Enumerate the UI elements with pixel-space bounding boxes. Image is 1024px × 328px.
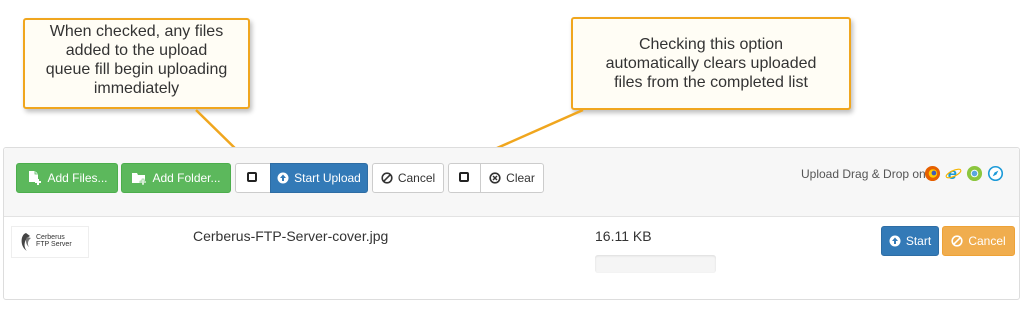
auto-upload-group: [235, 163, 271, 193]
add-files-button[interactable]: Add Files...: [16, 163, 118, 193]
upload-toolbar: Add Files... Add Folder... Start Upload: [4, 148, 1019, 217]
svg-text:e: e: [948, 165, 957, 182]
remove-circle-icon: [489, 172, 501, 184]
clear-button[interactable]: Clear: [480, 163, 544, 193]
auto-clear-callout: Checking this option automatically clear…: [571, 17, 851, 110]
file-row: Cerberus FTP Server Cerberus-FTP-Server-…: [4, 216, 1019, 300]
file-start-button[interactable]: Start: [881, 226, 939, 256]
firefox-icon: [924, 165, 941, 182]
cancel-all-button[interactable]: Cancel: [372, 163, 444, 193]
auto-clear-group: [448, 163, 481, 193]
file-name: Cerberus-FTP-Server-cover.jpg: [193, 228, 389, 244]
upload-circle-icon: [277, 172, 289, 184]
callout-line: queue fill begin uploading: [45, 61, 228, 78]
ban-icon: [381, 172, 393, 184]
add-folder-button[interactable]: Add Folder...: [121, 163, 231, 193]
add-folder-icon: [132, 173, 147, 186]
ban-icon: [951, 235, 963, 247]
drag-drop-label: Upload Drag & Drop on: [801, 167, 926, 181]
file-cancel-label: Cancel: [968, 234, 1006, 248]
file-start-label: Start: [905, 234, 932, 248]
chrome-icon: [966, 165, 983, 182]
callout-line: immediately: [93, 80, 180, 97]
file-thumbnail: Cerberus FTP Server: [11, 226, 89, 258]
callout-line: added to the upload: [65, 42, 208, 59]
clear-label: Clear: [506, 171, 535, 185]
add-folder-label: Add Folder...: [152, 171, 221, 185]
file-size: 16.11 KB: [595, 228, 652, 244]
upload-panel: Add Files... Add Folder... Start Upload: [3, 147, 1020, 300]
start-upload-label: Start Upload: [294, 171, 361, 185]
file-progress-bar: [595, 255, 716, 273]
cancel-all-label: Cancel: [397, 171, 436, 185]
start-upload-button[interactable]: Start Upload: [270, 163, 368, 193]
thumb-text-line: Cerberus: [36, 234, 65, 241]
auto-clear-checkbox[interactable]: [459, 172, 469, 182]
safari-icon: [987, 165, 1004, 182]
add-files-label: Add Files...: [47, 171, 108, 185]
auto-upload-callout: When checked, any files added to the upl…: [23, 18, 250, 109]
callout-line: files from the completed list: [614, 74, 808, 91]
file-cancel-button[interactable]: Cancel: [942, 226, 1015, 256]
callout-line: Checking this option: [638, 36, 784, 53]
callout-line: automatically clears uploaded: [605, 55, 817, 72]
callout-line: When checked, any files: [49, 23, 224, 40]
thumb-text-line: FTP Server: [36, 241, 72, 248]
upload-circle-icon: [889, 235, 901, 247]
add-file-icon: [29, 171, 42, 185]
ie-icon: e: [945, 165, 962, 182]
auto-upload-checkbox[interactable]: [247, 172, 257, 182]
